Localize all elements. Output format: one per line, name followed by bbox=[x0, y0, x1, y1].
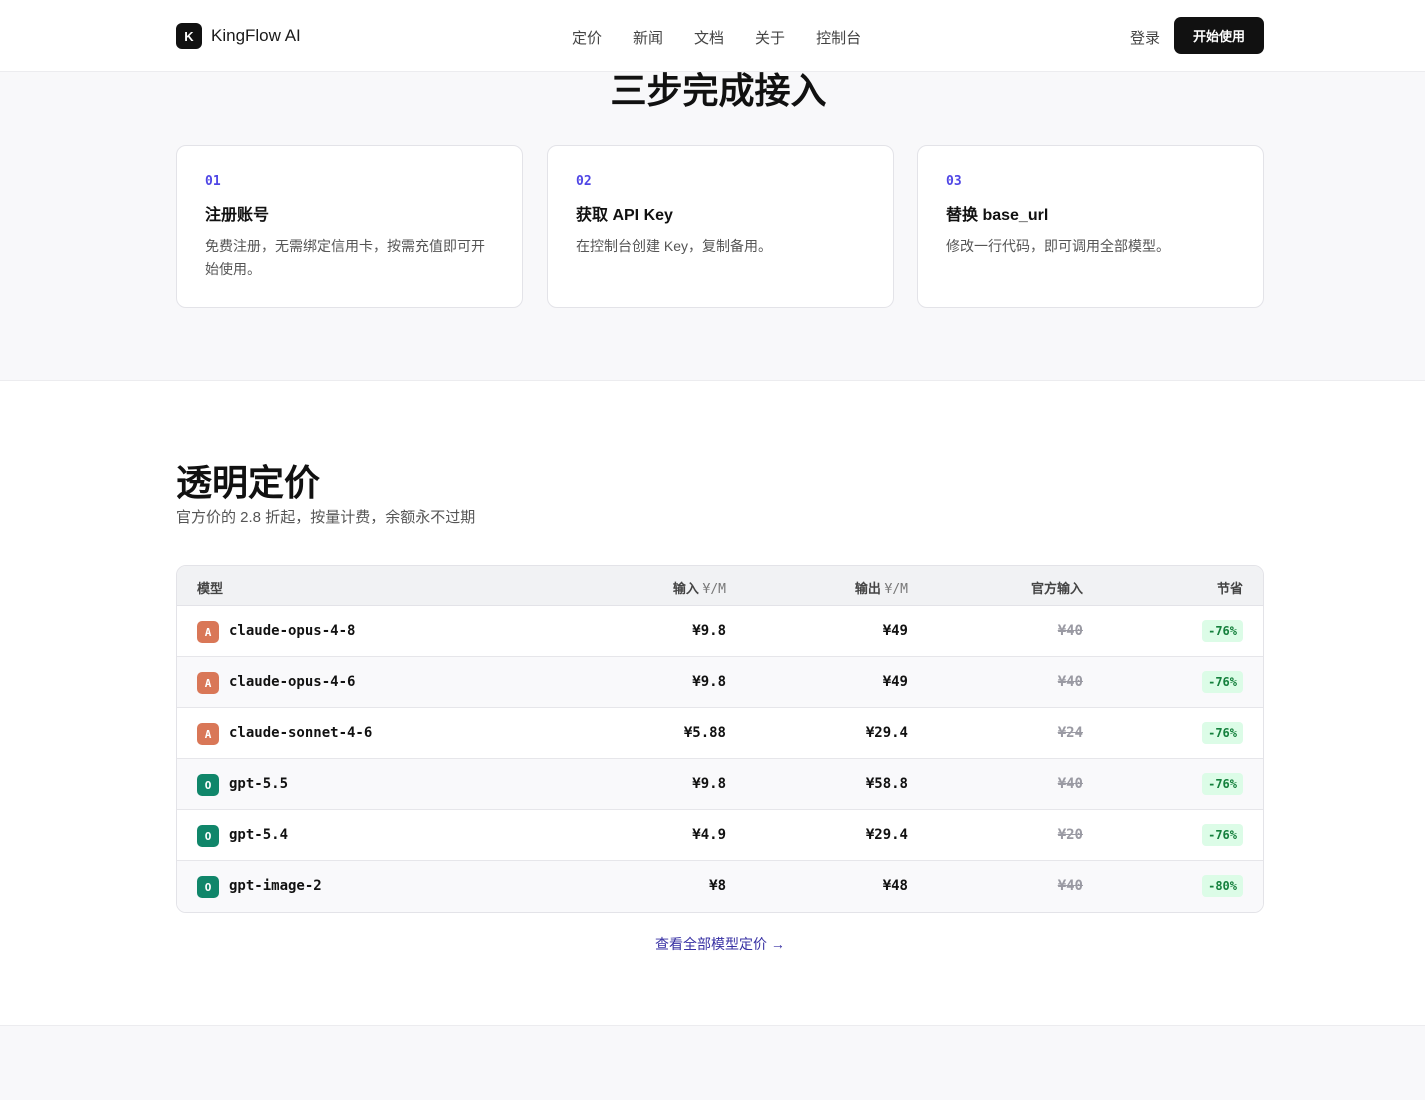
model-name: gpt-5.5 bbox=[229, 776, 289, 792]
output-price: ¥29.4 bbox=[865, 827, 908, 843]
savings-badge: -76% bbox=[1202, 620, 1243, 642]
header-model: 模型 bbox=[197, 581, 224, 596]
step-number: 02 bbox=[576, 174, 592, 189]
model-name: gpt-image-2 bbox=[229, 878, 322, 894]
provider-badge-icon: A bbox=[197, 621, 219, 643]
provider-badge-icon: A bbox=[197, 723, 219, 745]
nav-item-pricing[interactable]: 定价 bbox=[572, 27, 602, 48]
model-name: gpt-5.4 bbox=[229, 827, 289, 843]
provider-badge-icon: O bbox=[197, 825, 219, 847]
brand-name: KingFlow AI bbox=[211, 26, 301, 45]
model-name: claude-opus-4-8 bbox=[229, 623, 356, 639]
output-price: ¥29.4 bbox=[865, 725, 908, 741]
nav-item-news[interactable]: 新闻 bbox=[633, 27, 663, 48]
model-name: claude-sonnet-4-6 bbox=[229, 725, 373, 741]
output-price: ¥49 bbox=[882, 623, 908, 639]
output-price: ¥49 bbox=[882, 674, 908, 690]
pricing-table: 模型 输入 ¥/M 输出 ¥/M 官方输入 节省 A claude-opus-4… bbox=[176, 565, 1264, 913]
pricing-subtitle: 官方价的 2.8 折起，按量计费，余额永不过期 bbox=[176, 509, 476, 526]
top-navbar: K KingFlow AI 定价 新闻 文档 关于 控制台 登录 开始使用 bbox=[0, 0, 1425, 72]
header-official-input: 官方输入 bbox=[1030, 581, 1083, 596]
header-input-unit: ¥/M bbox=[702, 582, 726, 597]
input-price: ¥9.8 bbox=[692, 674, 726, 690]
official-price: ¥24 bbox=[1057, 725, 1083, 741]
get-started-button[interactable]: 开始使用 bbox=[1174, 17, 1264, 54]
table-row: A claude-opus-4-8 ¥9.8 ¥49 ¥40 -76% bbox=[177, 606, 1263, 657]
input-price: ¥9.8 bbox=[692, 623, 726, 639]
step-title: 替换 base_url bbox=[946, 207, 1049, 224]
step-card-3: 03 替换 base_url 修改一行代码，即可调用全部模型。 bbox=[917, 145, 1264, 308]
table-row: A claude-sonnet-4-6 ¥5.88 ¥29.4 ¥24 -76% bbox=[177, 708, 1263, 759]
header-output: 输出 ¥/M bbox=[855, 578, 908, 597]
official-price: ¥40 bbox=[1057, 878, 1083, 894]
next-section bbox=[0, 1025, 1425, 1100]
step-title: 获取 API Key bbox=[576, 207, 673, 224]
provider-badge-icon: A bbox=[197, 672, 219, 694]
official-price: ¥20 bbox=[1057, 827, 1083, 843]
login-link[interactable]: 登录 bbox=[1130, 27, 1160, 48]
step-description: 修改一行代码，即可调用全部模型。 bbox=[946, 238, 1170, 254]
header-savings: 节省 bbox=[1216, 581, 1243, 596]
step-card-1: 01 注册账号 免费注册，无需绑定信用卡，按需充值即可开始使用。 bbox=[176, 145, 523, 308]
table-header: 模型 输入 ¥/M 输出 ¥/M 官方输入 节省 bbox=[177, 566, 1263, 606]
step-description: 在控制台创建 Key，复制备用。 bbox=[576, 238, 773, 254]
savings-badge: -76% bbox=[1202, 722, 1243, 744]
table-row: A claude-opus-4-6 ¥9.8 ¥49 ¥40 -76% bbox=[177, 657, 1263, 708]
official-price: ¥40 bbox=[1057, 623, 1083, 639]
brand-logo-icon: K bbox=[176, 23, 202, 49]
table-row: O gpt-5.5 ¥9.8 ¥58.8 ¥40 -76% bbox=[177, 759, 1263, 810]
brand[interactable]: K KingFlow AI bbox=[176, 23, 301, 49]
table-row: O gpt-5.4 ¥4.9 ¥29.4 ¥20 -76% bbox=[177, 810, 1263, 861]
input-price: ¥5.88 bbox=[683, 725, 726, 741]
savings-badge: -76% bbox=[1202, 824, 1243, 846]
pricing-title: 透明定价 bbox=[176, 462, 321, 503]
input-price: ¥4.9 bbox=[692, 827, 726, 843]
step-title: 注册账号 bbox=[205, 207, 270, 224]
savings-badge: -76% bbox=[1202, 671, 1243, 693]
step-number: 03 bbox=[946, 174, 962, 189]
input-price: ¥8 bbox=[709, 878, 726, 894]
output-price: ¥48 bbox=[882, 878, 908, 894]
savings-badge: -80% bbox=[1202, 875, 1243, 897]
table-row: O gpt-image-2 ¥8 ¥48 ¥40 -80% bbox=[177, 861, 1263, 912]
step-number: 01 bbox=[205, 174, 221, 189]
header-input: 输入 ¥/M bbox=[673, 578, 726, 597]
nav-item-about[interactable]: 关于 bbox=[755, 27, 785, 48]
nav-item-console[interactable]: 控制台 bbox=[816, 27, 861, 48]
savings-badge: -76% bbox=[1202, 773, 1243, 795]
header-output-label: 输出 bbox=[854, 581, 881, 596]
input-price: ¥9.8 bbox=[692, 776, 726, 792]
main-nav: 定价 新闻 文档 关于 控制台 bbox=[572, 27, 861, 48]
model-name: claude-opus-4-6 bbox=[229, 674, 356, 690]
official-price: ¥40 bbox=[1057, 674, 1083, 690]
output-price: ¥58.8 bbox=[865, 776, 908, 792]
header-output-unit: ¥/M bbox=[884, 582, 908, 597]
step-card-2: 02 获取 API Key 在控制台创建 Key，复制备用。 bbox=[547, 145, 894, 308]
header-input-label: 输入 bbox=[672, 581, 699, 596]
view-all-pricing-link[interactable]: 查看全部模型定价 → bbox=[0, 934, 1425, 954]
nav-item-docs[interactable]: 文档 bbox=[694, 27, 724, 48]
provider-badge-icon: O bbox=[197, 774, 219, 796]
step-description: 免费注册，无需绑定信用卡，按需充值即可开始使用。 bbox=[205, 238, 485, 277]
provider-badge-icon: O bbox=[197, 876, 219, 898]
official-price: ¥40 bbox=[1057, 776, 1083, 792]
